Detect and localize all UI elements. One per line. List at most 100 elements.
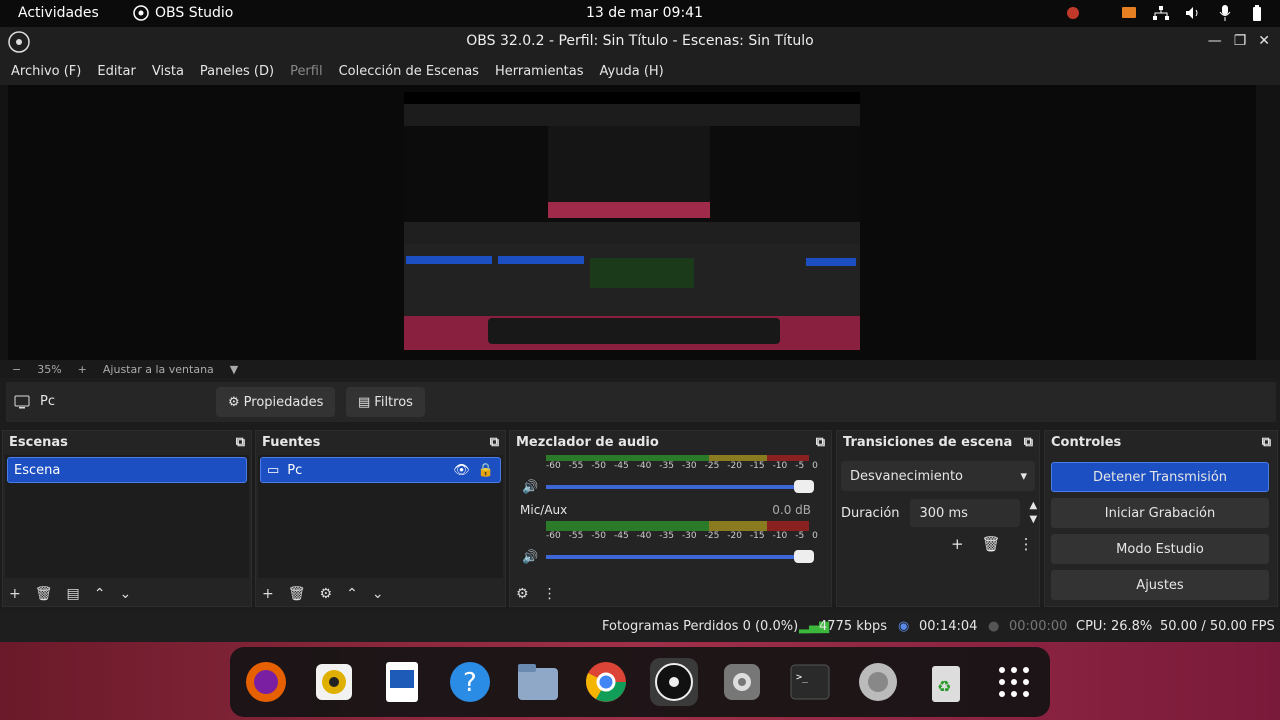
app-grid-icon[interactable] [990,658,1038,706]
properties-button[interactable]: ⚙ Propiedades [216,387,336,417]
add-icon[interactable]: + [951,535,964,553]
trash-bin-icon[interactable]: ♻ [922,658,970,706]
undock-icon[interactable]: ⧉ [816,435,825,450]
svg-text:♻: ♻ [937,677,951,696]
menu-archivo[interactable]: Archivo (F) [11,64,81,79]
tick-label: -60 [546,531,561,541]
help-icon[interactable]: ? [446,658,494,706]
transitions-title: Transiciones de escena [843,434,1013,450]
audio-meter [546,521,809,531]
menu-editar[interactable]: Editar [97,64,136,79]
lock-icon[interactable]: 🔒 [478,463,494,478]
transition-select[interactable]: Desvanecimiento ▾ [841,461,1035,491]
terminal-icon[interactable]: >_ [786,658,834,706]
obs-dock-icon[interactable] [650,658,698,706]
menu-ayuda[interactable]: Ayuda (H) [600,64,664,79]
tick-label: -20 [727,461,742,471]
tick-label: -30 [681,461,697,471]
tick-label: -40 [636,531,652,541]
zoom-fit-select[interactable]: Ajustar a la ventana [103,363,214,376]
files-icon[interactable] [514,658,562,706]
network-icon[interactable] [1152,4,1170,22]
source-toolbar: Pc ⚙ Propiedades ▤ Filtros [6,382,1276,422]
tick-label: -40 [636,461,652,471]
speaker-icon[interactable]: 🔊 [522,480,538,495]
tick-label: -5 [795,461,805,471]
add-icon[interactable]: + [9,586,21,602]
settings-button[interactable]: Ajustes [1051,570,1269,600]
undock-icon[interactable]: ⧉ [1262,435,1271,450]
activities-button[interactable]: Actividades [18,5,99,21]
battery-icon[interactable] [1248,4,1266,22]
system-settings-icon[interactable] [854,658,902,706]
trash-icon[interactable]: 🗑 [288,586,306,602]
zoom-out-icon[interactable]: − [12,363,21,376]
source-item[interactable]: ▭ Pc 👁 🔒 [260,457,501,483]
scenes-dock: Escenas ⧉ Escena + 🗑 ▤ ⌃ ⌄ [2,430,252,607]
system-top-bar: Actividades OBS Studio 13 de mar 09:41 [0,0,1280,27]
chevron-down-icon[interactable]: ▼ [230,363,238,376]
more-icon[interactable]: ⋮ [543,586,557,602]
chevron-down-icon: ▾ [1020,468,1027,484]
window-title-bar[interactable]: OBS 32.0.2 - Perfil: Sin Título - Escena… [0,27,1280,57]
menu-vista[interactable]: Vista [152,64,184,79]
filter-icon: ▤ [358,394,371,410]
gear-icon[interactable]: ⚙ [320,586,333,602]
volume-slider[interactable] [546,550,814,563]
minimize-icon[interactable]: — [1208,33,1222,49]
menu-bar: Archivo (F) Editar Vista Paneles (D) Per… [0,57,1280,85]
tick-label: -45 [613,531,629,541]
volume-icon[interactable] [1184,4,1202,22]
move-down-icon[interactable]: ⌄ [372,586,384,602]
obs-tray-icon[interactable] [1064,4,1082,22]
close-icon[interactable]: ✕ [1258,33,1270,49]
scene-item[interactable]: Escena [7,457,247,483]
move-up-icon[interactable]: ⌃ [94,586,106,602]
microphone-icon[interactable] [1216,4,1234,22]
studio-mode-button[interactable]: Modo Estudio [1051,534,1269,564]
tick-label: -20 [727,531,742,541]
menu-paneles[interactable]: Paneles (D) [200,64,274,79]
trash-icon[interactable]: 🗑 [982,535,1001,553]
clock[interactable]: 13 de mar 09:41 [586,5,703,21]
duration-label: Duración [841,505,900,521]
eye-icon[interactable]: 👁 [453,463,470,478]
zoom-in-icon[interactable]: + [78,363,87,376]
scene-filters-icon[interactable]: ▤ [67,586,80,602]
duration-stepper[interactable]: ▲ ▼ [1030,499,1038,527]
move-down-icon[interactable]: ⌄ [119,586,131,602]
chrome-icon[interactable] [582,658,630,706]
start-recording-button[interactable]: Iniciar Grabación [1051,498,1269,528]
add-icon[interactable]: + [262,586,274,602]
volume-slider[interactable] [546,480,814,493]
advanced-audio-icon[interactable]: ⚙ [516,586,529,602]
undock-icon[interactable]: ⧉ [236,435,245,450]
audio-mixer-dock: Mezclador de audio ⧉ -60 -55 -50 -45 -40 -35 -3… [509,430,832,607]
properties-label: Propiedades [243,394,324,410]
firefox-icon[interactable] [242,658,290,706]
duration-field[interactable]: 300 ms [909,499,1020,527]
obs-icon [133,5,149,21]
menu-coleccion[interactable]: Colección de Escenas [339,64,479,79]
tick-label: -5 [795,531,805,541]
selected-source-name: Pc [40,394,55,409]
app-menu[interactable]: OBS Studio [133,5,233,21]
settings-icon[interactable] [718,658,766,706]
rhythmbox-icon[interactable] [310,658,358,706]
move-up-icon[interactable]: ⌃ [346,586,358,602]
menu-herramientas[interactable]: Herramientas [495,64,584,79]
maximize-icon[interactable]: ❐ [1234,33,1247,49]
undock-icon[interactable]: ⧉ [490,435,499,450]
tick-label: -10 [772,531,788,541]
screen-share-icon[interactable] [1120,4,1138,22]
menu-perfil[interactable]: Perfil [290,64,323,79]
undock-icon[interactable]: ⧉ [1024,435,1033,450]
filters-button[interactable]: ▤ Filtros [346,387,425,417]
zoom-level: 35% [37,362,62,376]
stop-stream-button[interactable]: Detener Transmisión [1051,462,1269,492]
tick-label: -50 [591,461,607,471]
trash-icon[interactable]: 🗑 [35,586,53,602]
more-icon[interactable]: ⋮ [1019,535,1034,553]
text-editor-icon[interactable] [378,658,426,706]
speaker-icon[interactable]: 🔊 [522,550,538,565]
